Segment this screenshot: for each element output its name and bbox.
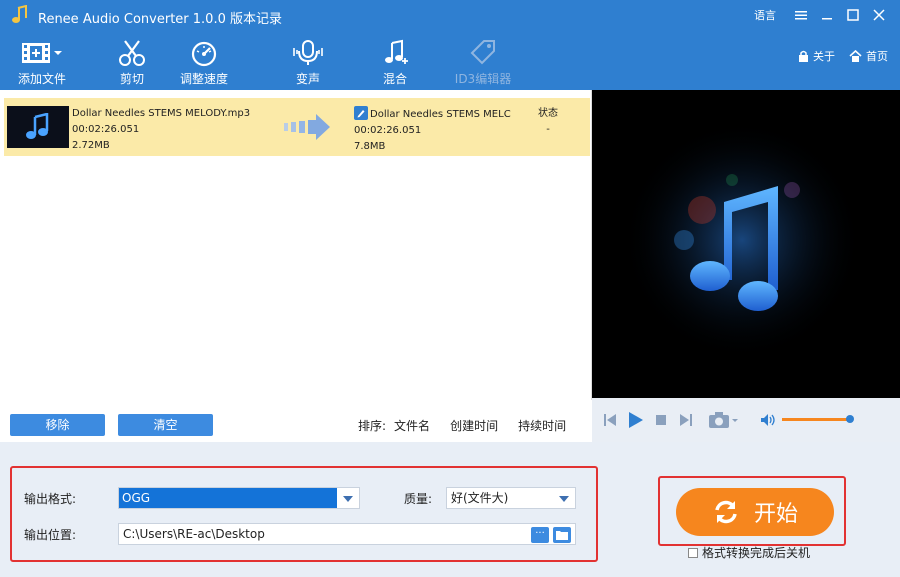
sort-by-created-time[interactable]: 创建时间	[450, 417, 498, 434]
speedometer-icon	[191, 41, 217, 67]
format-label: 输出格式:	[24, 492, 77, 506]
quality-value: 好(文件大)	[451, 491, 509, 505]
volume-slider-handle[interactable]	[846, 415, 854, 423]
music-note-icon	[26, 113, 49, 139]
play-icon[interactable]	[628, 411, 644, 429]
output-settings-box: 输出格式: OGG 质量: 好(文件大) 输出位置: C:\Users\RE-a…	[10, 466, 598, 562]
adjust-speed-label: 调整速度	[179, 72, 228, 86]
add-file-label: 添加文件	[17, 72, 66, 86]
sort-by-filename[interactable]: 文件名	[394, 417, 430, 434]
menu-icon[interactable]	[788, 5, 814, 25]
id3-editor-label: ID3编辑器	[454, 72, 512, 86]
music-note-artwork-icon	[622, 120, 862, 360]
film-add-icon	[22, 43, 62, 63]
shutdown-checkbox[interactable]	[688, 547, 698, 558]
top-right-links: 关于 首页	[798, 48, 888, 64]
music-note-logo-icon	[12, 5, 27, 23]
close-icon[interactable]	[866, 5, 892, 25]
voice-change-label: 变声	[295, 72, 320, 86]
quality-select[interactable]: 好(文件大)	[446, 487, 576, 509]
format-value: OGG	[119, 488, 337, 508]
source-file-name: Dollar Needles STEMS MELODY.mp3	[72, 108, 251, 119]
preview-pane	[592, 90, 900, 398]
refresh-icon	[715, 500, 737, 524]
about-label: 关于	[813, 50, 835, 63]
adjust-speed-button[interactable]: 调整速度	[164, 38, 244, 87]
location-label: 输出位置:	[24, 528, 77, 542]
source-duration: 00:02:26.051	[72, 124, 140, 135]
output-file-info: Dollar Needles STEMS MELC 00:02:26.051 7…	[354, 106, 511, 155]
start-label: 开始	[753, 502, 798, 527]
mix-button[interactable]: 混合	[355, 38, 435, 87]
top-bar: Renee Audio Converter 1.0.0 版本记录 语言 添加文件…	[0, 0, 900, 90]
source-size: 2.72MB	[72, 140, 110, 151]
microphone-icon	[293, 40, 323, 65]
clear-button[interactable]: 清空	[118, 414, 213, 436]
chevron-down-icon	[559, 496, 569, 502]
title-bar: Renee Audio Converter 1.0.0 版本记录 语言	[0, 0, 900, 32]
file-row[interactable]: Dollar Needles STEMS MELODY.mp3 00:02:26…	[4, 98, 590, 156]
cut-button[interactable]: 剪切	[92, 38, 172, 87]
stop-icon[interactable]	[656, 415, 666, 425]
remove-button[interactable]: 移除	[10, 414, 105, 436]
bottom-settings: 输出格式: OGG 质量: 好(文件大) 输出位置: C:\Users\RE-a…	[0, 442, 900, 577]
shutdown-label: 格式转换完成后关机	[702, 546, 811, 560]
tag-icon	[470, 40, 495, 65]
home-icon	[849, 50, 862, 62]
output-location-field[interactable]: C:\Users\RE-ac\Desktop ···	[118, 523, 576, 545]
toolbar: 添加文件 剪切 调整速度 变声 混合 ID3编辑器 关于 首页	[0, 32, 900, 90]
output-duration: 00:02:26.051	[354, 125, 422, 136]
scissors-icon	[119, 40, 145, 66]
sort-options: 排序: 文件名 创建时间 持续时间	[358, 417, 566, 434]
start-button[interactable]: 开始	[676, 488, 834, 536]
format-select[interactable]: OGG	[118, 487, 360, 509]
status-value: -	[546, 124, 550, 135]
lock-icon	[799, 50, 808, 62]
chevron-down-icon	[343, 496, 353, 502]
open-folder-button[interactable]	[553, 527, 571, 543]
window-controls: 语言	[754, 5, 892, 25]
cut-label: 剪切	[119, 72, 144, 86]
edit-icon[interactable]	[354, 106, 368, 120]
volume-icon[interactable]	[760, 413, 776, 427]
skip-forward-icon[interactable]	[680, 413, 692, 427]
mix-label: 混合	[382, 72, 407, 86]
music-mix-icon	[385, 39, 408, 64]
window-title: Renee Audio Converter 1.0.0 版本记录	[38, 12, 282, 27]
player-controls	[592, 398, 900, 442]
language-menu[interactable]: 语言	[754, 7, 776, 23]
start-button-box: 开始	[658, 476, 846, 546]
about-link[interactable]: 关于	[798, 48, 835, 64]
browse-button[interactable]: ···	[531, 527, 549, 543]
folder-icon	[556, 531, 568, 540]
camera-icon[interactable]	[708, 411, 738, 429]
voice-change-button[interactable]: 变声	[268, 38, 348, 87]
convert-arrow-icon	[284, 114, 330, 140]
home-link[interactable]: 首页	[849, 48, 888, 64]
file-list: Dollar Needles STEMS MELODY.mp3 00:02:26…	[0, 90, 592, 400]
quality-label: 质量:	[404, 492, 433, 506]
source-file-info: Dollar Needles STEMS MELODY.mp3 00:02:26…	[72, 106, 250, 154]
file-thumbnail	[7, 106, 69, 148]
sort-label: 排序:	[358, 419, 387, 433]
volume-slider[interactable]	[782, 415, 854, 423]
id3-editor-button[interactable]: ID3编辑器	[443, 38, 523, 87]
output-location-value: C:\Users\RE-ac\Desktop	[123, 527, 265, 541]
add-file-button[interactable]: 添加文件	[2, 38, 82, 87]
status-label: 状态	[538, 108, 558, 119]
skip-back-icon[interactable]	[604, 413, 616, 427]
minimize-icon[interactable]	[814, 5, 840, 25]
file-status: 状态 -	[534, 106, 562, 138]
sort-by-duration[interactable]: 持续时间	[518, 417, 566, 434]
maximize-icon[interactable]	[840, 5, 866, 25]
list-controls: 移除 清空 排序: 文件名 创建时间 持续时间	[0, 400, 592, 442]
shutdown-option[interactable]: 格式转换完成后关机	[688, 544, 810, 561]
output-size: 7.8MB	[354, 141, 386, 152]
output-file-name: Dollar Needles STEMS MELC	[370, 109, 511, 120]
home-label: 首页	[866, 50, 888, 63]
